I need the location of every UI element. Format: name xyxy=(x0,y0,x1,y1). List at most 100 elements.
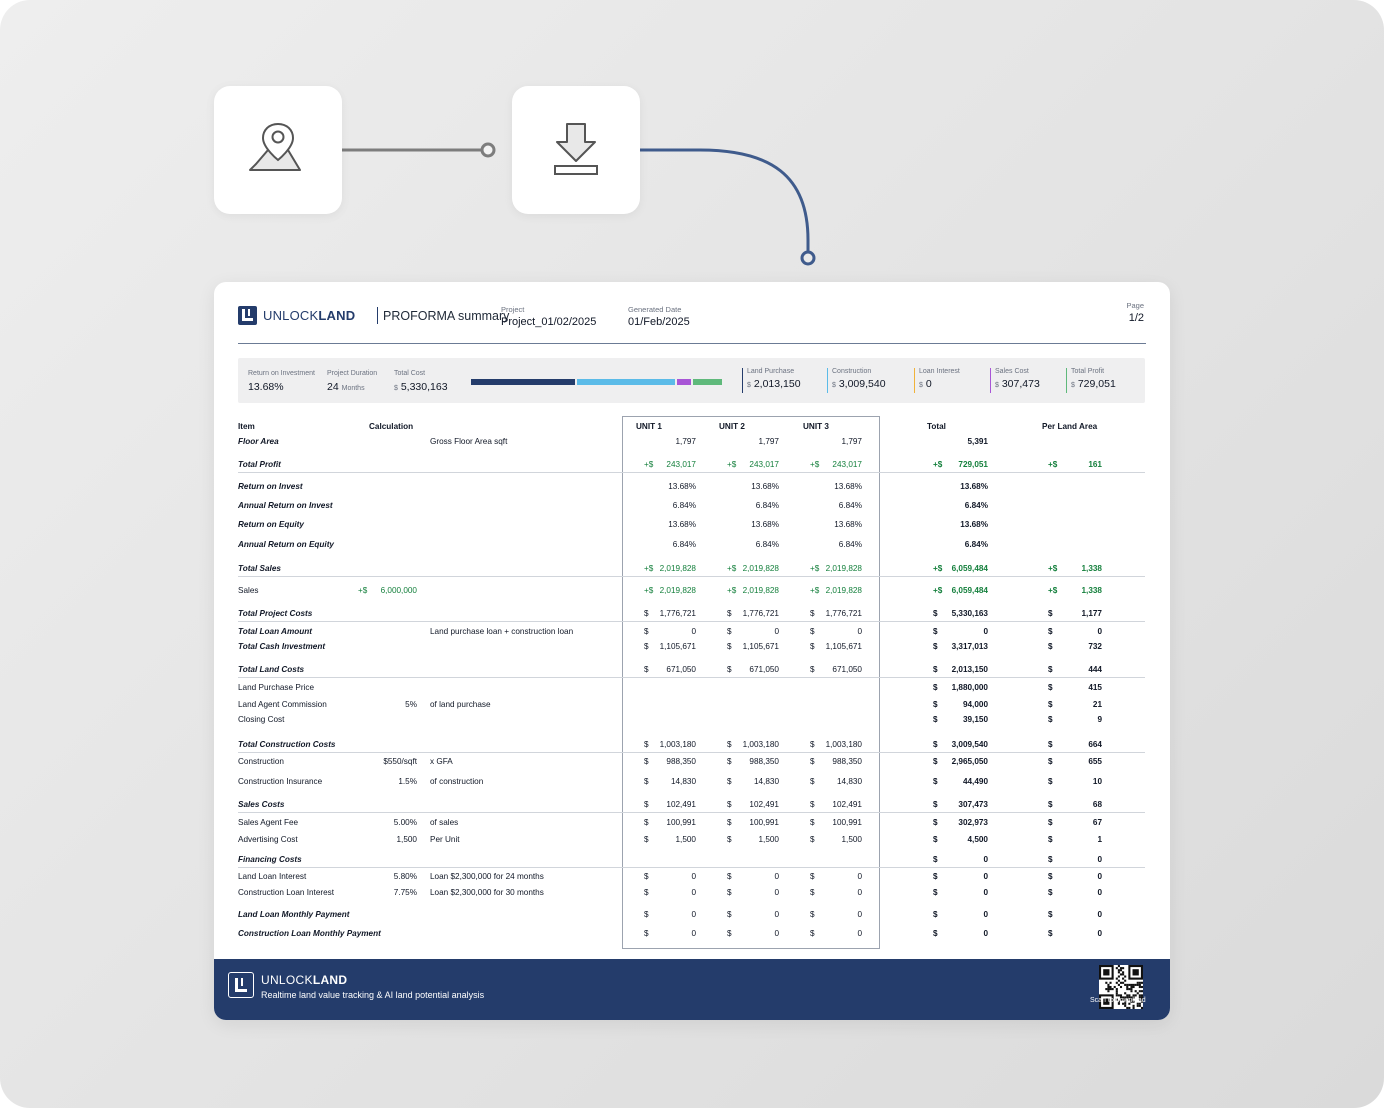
total-value: 5,330,163 xyxy=(951,609,988,618)
total-value: 0 xyxy=(983,872,988,881)
unit-value: 1,003,180 xyxy=(742,740,779,749)
unit-currency: $ xyxy=(810,642,815,651)
brand-name: UNLOCKLAND xyxy=(263,308,356,323)
unit-value: 0 xyxy=(691,627,696,636)
unit-value: 6.84% xyxy=(838,540,862,549)
per-area-currency: $ xyxy=(1048,642,1053,651)
background-canvas: UNLOCKLAND PROFORMA summary Project Proj… xyxy=(0,0,1384,1108)
row-label: Total Project Costs xyxy=(238,609,313,618)
row-label: Floor Area xyxy=(238,437,279,446)
total-value: 3,009,540 xyxy=(951,740,988,749)
kpi-construction: Construction $ 3,009,540 xyxy=(827,368,886,393)
unit-value: 243,017 xyxy=(749,460,779,469)
row-label: Total Cash Investment xyxy=(238,642,326,651)
table-row: Financing Costs $0 $0 xyxy=(238,852,1145,868)
calc-description: of land purchase xyxy=(430,700,491,709)
table-row: Total Construction Costs $1,003,180 $1,003… xyxy=(238,737,1145,753)
row-label: Land Purchase Price xyxy=(238,683,315,692)
table-row: Annual Return on Equity 6.84% 6.84% 6.84% 6.… xyxy=(238,537,1145,553)
unit-currency: $ xyxy=(644,818,649,827)
kpi-label: Land Purchase xyxy=(747,368,795,375)
unit-value: 100,991 xyxy=(832,818,862,827)
unit-currency: $ xyxy=(727,800,732,809)
total-value: 0 xyxy=(983,888,988,897)
total-value: 729,051 xyxy=(958,460,988,469)
unit-value: 102,491 xyxy=(749,800,779,809)
calc-value: 5.00% xyxy=(393,818,417,827)
unit-currency: $ xyxy=(810,609,815,618)
total-currency: $ xyxy=(933,627,938,636)
unit-value: 0 xyxy=(691,872,696,881)
unit-value: 1,500 xyxy=(758,835,780,844)
unit-value: 13.68% xyxy=(751,520,779,529)
unit-currency: $ xyxy=(727,740,732,749)
unit-currency: $ xyxy=(810,740,815,749)
project-label: Project xyxy=(501,305,525,314)
roi-label: Return on Investment xyxy=(248,370,315,377)
location-step-card[interactable] xyxy=(214,86,342,214)
unit-currency: $ xyxy=(727,757,732,766)
page-value: 1/2 xyxy=(1128,312,1144,324)
row-label: Land Agent Commission xyxy=(238,700,327,709)
per-area-currency: +$ xyxy=(1048,564,1058,573)
kpi-label: Loan Interest xyxy=(919,368,960,375)
table-row: Total Profit +$ 243,017 +$ 243,017 +$ 243,017 +… xyxy=(238,457,1145,473)
cost-bar-land xyxy=(471,379,575,385)
total-cost-label: Total Cost xyxy=(394,370,426,377)
per-area-currency: $ xyxy=(1048,715,1053,724)
duration-value: 24 Months xyxy=(327,381,365,393)
kpi-value: $ 0 xyxy=(919,378,932,390)
table-row: Construction Insurance 1.5% of constructio… xyxy=(238,774,1145,790)
per-area-currency: $ xyxy=(1048,800,1053,809)
row-label: Return on Invest xyxy=(238,482,303,491)
table-row: Construction Loan Monthly Payment $0 $0 $0 $… xyxy=(238,926,1145,942)
per-area-value: 1 xyxy=(1097,835,1102,844)
calc-prefix: +$ xyxy=(358,586,368,595)
per-area-value: 0 xyxy=(1097,888,1102,897)
per-area-currency: $ xyxy=(1048,872,1053,881)
calc-value: 7.75% xyxy=(393,888,417,897)
unit-value: 1,105,671 xyxy=(825,642,862,651)
unit-currency: $ xyxy=(727,872,732,881)
unit-value: 6.84% xyxy=(755,501,779,510)
unit-value: 671,050 xyxy=(749,665,779,674)
unit-value: 1,776,721 xyxy=(742,609,779,618)
table-row: Total Project Costs $1,776,721 $1,776,721 $… xyxy=(238,606,1145,622)
header-item: Item xyxy=(238,422,255,431)
calc-value: $550/sqft xyxy=(383,757,417,766)
unit-value: 102,491 xyxy=(666,800,696,809)
unit-currency: $ xyxy=(644,757,649,766)
table-row: Total Loan Amount Land purchase loan + co… xyxy=(238,624,1145,640)
calc-description: Loan $2,300,000 for 24 months xyxy=(430,872,544,881)
row-label: Land Loan Monthly Payment xyxy=(238,910,350,919)
total-cost-value: $ 5,330,163 xyxy=(394,381,448,393)
generated-date-value: 01/Feb/2025 xyxy=(628,316,690,328)
header-total: Total xyxy=(927,422,946,431)
total-value: 6.84% xyxy=(964,501,988,510)
unit-value: 2,019,828 xyxy=(659,586,696,595)
unit-currency: $ xyxy=(810,777,815,786)
kpi-label: Total Profit xyxy=(1071,368,1105,375)
unit-value: 1,105,671 xyxy=(659,642,696,651)
per-area-value: 415 xyxy=(1088,683,1102,692)
total-currency: $ xyxy=(933,835,938,844)
download-step-card[interactable] xyxy=(512,86,640,214)
cost-bar-construction xyxy=(577,379,675,385)
total-currency: $ xyxy=(933,910,938,919)
table-row: Advertising Cost 1,500 Per Unit $1,500 $1,50… xyxy=(238,832,1145,848)
unit-value: 0 xyxy=(691,929,696,938)
unit-currency: $ xyxy=(644,910,649,919)
unit-currency: $ xyxy=(810,910,815,919)
table-row: Total Land Costs $671,050 $671,050 $671,050… xyxy=(238,662,1145,678)
unlockland-logo-icon xyxy=(238,306,257,325)
calc-description: Loan $2,300,000 for 30 months xyxy=(430,888,544,897)
unit-currency: +$ xyxy=(644,586,654,595)
map-pin-icon xyxy=(249,122,301,171)
unit-currency: $ xyxy=(810,757,815,766)
total-currency: $ xyxy=(933,855,938,864)
per-area-currency: $ xyxy=(1048,627,1053,636)
unit-currency: $ xyxy=(810,627,815,636)
unit-currency: $ xyxy=(810,818,815,827)
calc-description: of construction xyxy=(430,777,484,786)
unit-value: 0 xyxy=(857,872,862,881)
